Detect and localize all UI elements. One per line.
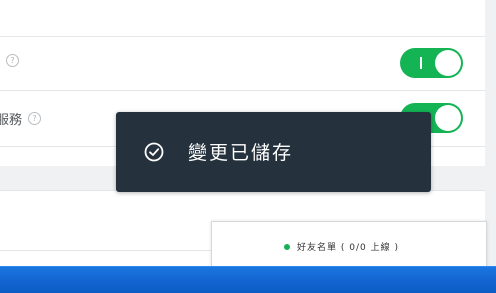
row-divider (0, 36, 485, 37)
toast-message: 變更已儲存 (188, 142, 294, 164)
row-divider (0, 90, 485, 91)
setting-row-1-label: ? (0, 54, 19, 67)
question-icon[interactable]: ? (28, 112, 42, 125)
toggle-on-mark (420, 57, 422, 69)
taskbar[interactable] (0, 266, 496, 293)
friends-list-header[interactable]: 好友名單 ( 0/0 上線 ) (284, 240, 399, 253)
check-circle-icon (144, 142, 164, 162)
save-toast: 變更已儲存 (116, 112, 431, 192)
toggle-knob (435, 50, 461, 76)
row-divider (0, 250, 220, 251)
online-status-dot (284, 243, 290, 250)
question-icon[interactable]: ? (6, 54, 19, 67)
toggle-knob (435, 105, 461, 131)
friends-list-label: 好友名單 ( 0/0 上線 ) (297, 243, 399, 253)
setting-row-2-label: 服務 ? (0, 109, 42, 128)
setting-row-1-toggle[interactable] (400, 48, 463, 78)
setting-row-2-text: 服務 (0, 113, 23, 128)
